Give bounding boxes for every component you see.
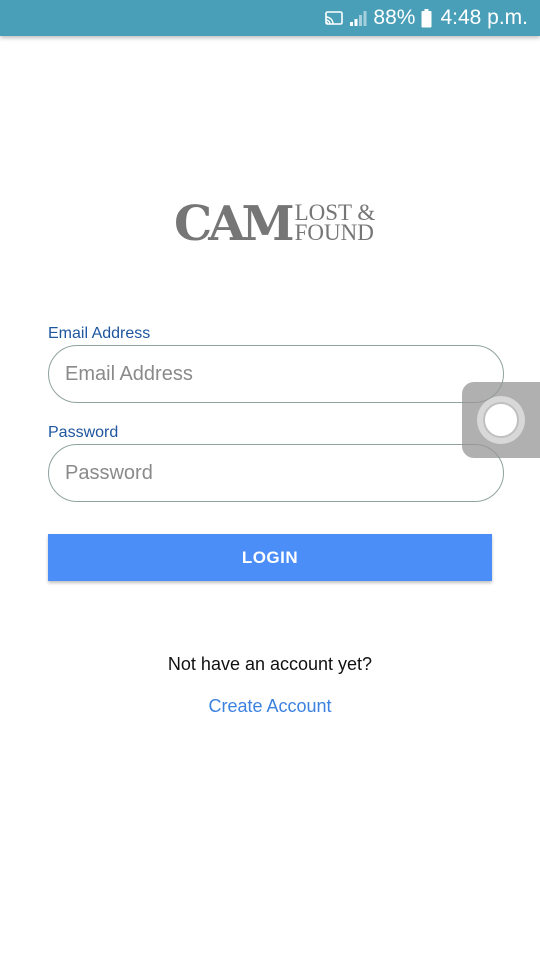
login-button[interactable]: LOGIN xyxy=(48,534,492,581)
status-time: 4:48 p.m. xyxy=(440,6,528,29)
app-logo: CAM LOST & FOUND xyxy=(174,200,375,250)
password-label: Password xyxy=(48,424,119,441)
signal-icon xyxy=(349,9,369,27)
cast-icon xyxy=(325,10,344,26)
assistive-touch-button[interactable] xyxy=(462,382,540,458)
logo-subtext: LOST & FOUND xyxy=(294,201,376,245)
assistive-touch-icon xyxy=(477,396,525,444)
email-field[interactable] xyxy=(48,345,504,403)
battery-percent: 88% xyxy=(373,6,416,29)
login-screen: 88% 4:48 p.m. CAM LOST & FOUND Email Add… xyxy=(0,0,540,960)
create-account-link[interactable]: Create Account xyxy=(0,696,540,717)
battery-icon xyxy=(421,8,432,28)
logo-cam-text: CAM xyxy=(174,196,295,252)
logo-line-2: FOUND xyxy=(294,220,374,245)
signup-prompt: Not have an account yet? xyxy=(167,654,373,674)
password-field[interactable] xyxy=(48,444,504,502)
status-bar: 88% 4:48 p.m. xyxy=(0,0,540,36)
email-label: Email Address xyxy=(48,325,151,342)
